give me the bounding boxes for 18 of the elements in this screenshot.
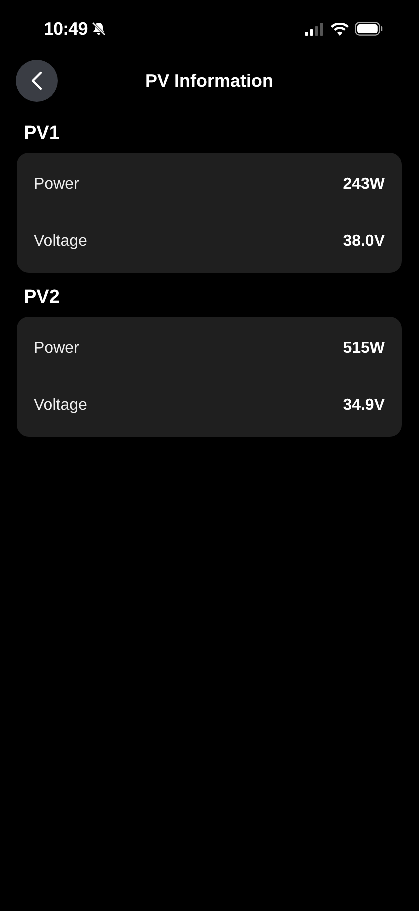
wifi-icon xyxy=(331,22,349,36)
section-title: PV2 xyxy=(23,286,60,310)
battery-icon xyxy=(355,22,383,36)
section-title: PV1 xyxy=(23,122,60,146)
bell-slash-icon xyxy=(90,21,107,37)
row-value: 243W xyxy=(343,174,385,194)
back-button[interactable] xyxy=(16,60,58,102)
row-value: 34.9V xyxy=(343,396,385,416)
row-value: 38.0V xyxy=(343,232,385,252)
row-value: 515W xyxy=(343,338,385,358)
signal-icon xyxy=(305,22,325,36)
row-label: Voltage xyxy=(34,232,88,252)
row-label: Voltage xyxy=(34,396,88,416)
row-label: Power xyxy=(34,174,80,194)
page-title: PV Information xyxy=(145,70,274,92)
chevron-left-icon xyxy=(31,71,43,91)
status-time: 10:49 xyxy=(44,18,88,40)
row-label: Power xyxy=(34,338,80,358)
